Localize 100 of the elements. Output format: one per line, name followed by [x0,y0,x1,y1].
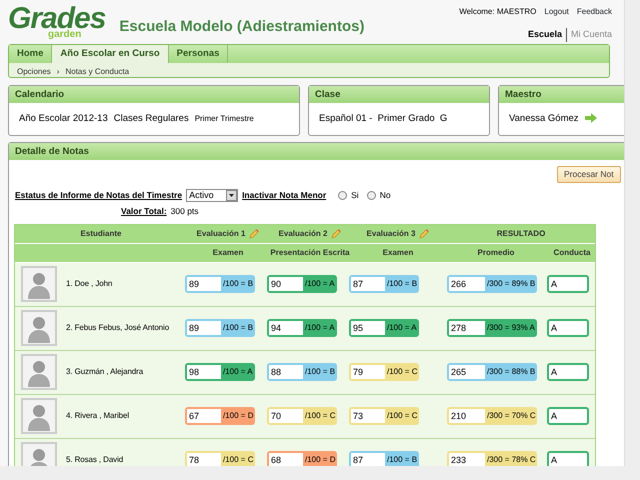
conduct-field[interactable]: A [547,319,589,338]
breadcrumb-link[interactable]: Opciones [17,66,51,74]
score-field[interactable]: 73 /100 = C [349,407,419,426]
welcome-text: Welcome: MAESTRO [459,6,536,18]
breadcrumb-link[interactable]: Notas y Conducta [65,66,130,74]
score-field[interactable]: 67 /100 = D [185,407,255,426]
grade-suffix: /100 = C [386,410,418,422]
score-input[interactable]: 78 [187,453,221,466]
score-field[interactable]: 98 /100 = A [185,363,255,382]
score-field[interactable]: 70 /100 = C [267,407,337,426]
grade-suffix: /100 = B [386,454,418,466]
score-field[interactable]: 95 /100 = A [349,319,419,338]
conduct-field[interactable]: A [547,363,589,382]
avatar-icon [21,354,57,390]
column-group-header: RESULTADO [496,228,546,240]
score-input[interactable]: 88 [269,365,303,380]
score-input[interactable]: 98 [187,365,221,380]
score-input[interactable]: 70 [269,409,303,424]
student-name: 3. Guzmán , Alejandra [66,366,144,378]
avatar-icon [21,266,57,302]
grade-suffix: /100 = A [304,278,336,290]
breadcrumb-separator: › [56,66,60,74]
divider [566,28,567,42]
average-field[interactable]: 265 /300 = 88% B [447,363,537,382]
conduct-field[interactable]: A [547,275,589,294]
radio-button[interactable] [366,191,376,200]
card-title: Calendario [9,86,299,103]
status-dropdown[interactable]: Activo [186,189,238,202]
nav-tab[interactable]: Personas [168,45,228,63]
score-field[interactable]: 89 /100 = B [185,319,255,338]
column-header: Presentación Escrita [269,246,351,259]
score-input[interactable]: 67 [187,409,221,424]
pencil-icon[interactable] [249,228,260,239]
student-name: 2. Febus Febus, José Antonio [66,322,170,334]
score-field[interactable]: 88 /100 = B [267,363,337,382]
student-name: 1. Doe , John [66,278,112,290]
card-title: Maestro [499,86,624,103]
dropdown-caret-icon[interactable] [226,190,238,201]
average-input[interactable]: 266 [449,277,485,292]
grade-suffix: /100 = C [386,366,418,378]
conduct-field[interactable]: A [547,407,589,426]
average-field[interactable]: 278 /300 = 93% A [447,319,537,338]
score-input[interactable]: 68 [269,453,303,466]
header-link[interactable]: Feedback [576,6,612,18]
total-label: Valor Total: [121,205,167,218]
score-input[interactable]: 90 [269,277,303,292]
grade-suffix: /300 = 78% C [486,454,537,466]
account-link[interactable]: Escuela [528,28,562,42]
score-field[interactable]: 87 /100 = B [349,275,419,294]
score-input[interactable]: 87 [351,277,385,292]
class-type: Clases Regulares [114,112,189,126]
average-input[interactable]: 233 [449,453,485,466]
total-value: 300 pts [170,205,199,218]
average-field[interactable]: 233 /300 = 78% C [447,451,537,466]
grade-suffix: /100 = D [222,410,254,422]
score-field[interactable]: 89 /100 = B [185,275,255,294]
score-input[interactable]: 89 [187,321,221,336]
column-header: Promedio [476,246,516,259]
pencil-icon[interactable] [419,228,430,239]
grade-suffix: /100 = D [304,454,336,466]
grade-suffix: /100 = A [304,322,336,334]
inactivate-label: Inactivar Nota Menor [242,189,326,202]
average-input[interactable]: 210 [449,409,485,424]
radio-button[interactable] [338,191,348,200]
average-field[interactable]: 266 /300 = 89% B [447,275,537,294]
score-field[interactable]: 94 /100 = A [267,319,337,338]
nav-tab[interactable]: Año Escolar en Curso [52,45,169,63]
panel-title: Detalle de Notas [9,143,624,160]
avatar-icon [21,310,57,346]
column-header: Examen [382,246,414,259]
score-input[interactable]: 89 [187,277,221,292]
average-input[interactable]: 265 [449,365,485,380]
column-group-header: Estudiante [80,228,122,240]
horizontal-scrollbar[interactable] [0,466,640,480]
conduct-field[interactable]: A [547,451,589,466]
score-input[interactable]: 87 [351,453,385,466]
grade-suffix: /100 = A [222,366,254,378]
grade-suffix: /100 = B [222,278,254,290]
score-input[interactable]: 79 [351,365,385,380]
score-field[interactable]: 68 /100 = D [267,451,337,466]
header-link[interactable]: Logout [544,6,569,18]
radio-label: Si [351,189,359,202]
pencil-icon[interactable] [331,228,342,239]
teacher-name: Vanessa Gómez [509,112,579,126]
average-field[interactable]: 210 /300 = 70% C [447,407,537,426]
score-field[interactable]: 79 /100 = C [349,363,419,382]
logo-subtitle: garden [48,30,82,40]
score-field[interactable]: 87 /100 = B [349,451,419,466]
score-field[interactable]: 78 /100 = C [185,451,255,466]
status-label: Estatus de Informe de Notas del Timestre [15,189,182,202]
column-group-header: Evaluación 2 [278,228,328,240]
column-header: Conducta [552,246,592,259]
grade-suffix: /300 = 88% B [486,366,536,378]
process-button[interactable]: Procesar Not [557,166,621,183]
score-field[interactable]: 90 /100 = A [267,275,337,294]
score-input[interactable]: 95 [351,321,385,336]
average-input[interactable]: 278 [449,321,485,336]
vertical-scrollbar[interactable] [624,0,640,466]
score-input[interactable]: 94 [269,321,303,336]
score-input[interactable]: 73 [351,409,385,424]
